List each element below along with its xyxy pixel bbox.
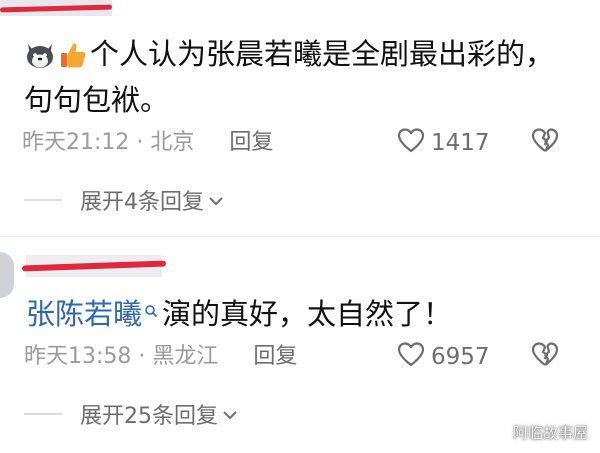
comment-text: 个人认为张晨若曦是全剧最出彩的， xyxy=(24,34,554,80)
chevron-down-icon xyxy=(208,188,224,213)
expand-replies-button[interactable]: 展开4条回复 xyxy=(24,184,224,216)
search-icon[interactable] xyxy=(144,288,158,328)
broken-heart-icon xyxy=(530,342,560,372)
thumbs-up-icon xyxy=(58,40,88,80)
comment-time: 昨天21:12 xyxy=(22,130,130,155)
watermark-logo-icon xyxy=(493,423,509,443)
comment-location: 北京 xyxy=(150,130,195,155)
comment-meta: 昨天13:58 · 黑龙江 回复 xyxy=(24,342,297,372)
like-button[interactable]: 1417 xyxy=(396,126,490,160)
avatar[interactable] xyxy=(0,252,14,298)
comment-text: 张陈若曦 演的真好，太自然了！ xyxy=(26,288,452,334)
expand-replies-button[interactable]: 展开25条回复 xyxy=(24,398,238,430)
watermark-text: 阿临故事屋 xyxy=(512,424,588,442)
reply-button[interactable]: 回复 xyxy=(229,130,273,155)
like-count: 1417 xyxy=(431,130,490,156)
divider-dash xyxy=(24,413,62,415)
expand-replies-label: 展开4条回复 xyxy=(80,190,204,215)
heart-icon xyxy=(396,340,426,374)
dog-emoji-icon xyxy=(24,40,56,80)
comment-text-body: 演的真好，太自然了！ xyxy=(162,297,453,331)
chevron-down-icon xyxy=(222,402,238,427)
reply-button[interactable]: 回复 xyxy=(253,344,297,369)
watermark: 阿临故事屋 xyxy=(493,422,588,443)
comment-text-line1: 个人认为张晨若曦是全剧最出彩的， xyxy=(90,37,555,71)
meta-separator: · xyxy=(138,344,146,369)
user-mention-link[interactable]: 张陈若曦 xyxy=(26,297,142,331)
meta-separator: · xyxy=(136,130,144,155)
comment-time: 昨天13:58 xyxy=(24,344,132,369)
comment-divider xyxy=(0,236,600,237)
like-button[interactable]: 6957 xyxy=(396,340,490,374)
comment-meta: 昨天21:12 · 北京 回复 xyxy=(22,128,273,158)
dislike-button[interactable] xyxy=(530,126,560,158)
redacted-username[interactable] xyxy=(26,255,162,277)
heart-icon xyxy=(396,126,426,160)
broken-heart-icon xyxy=(530,128,560,158)
redacted-username[interactable] xyxy=(0,0,112,16)
dislike-button[interactable] xyxy=(530,340,560,372)
like-count: 6957 xyxy=(431,344,490,370)
divider-dash xyxy=(24,199,62,201)
comment-location: 黑龙江 xyxy=(152,344,219,369)
expand-replies-label: 展开25条回复 xyxy=(80,404,218,429)
comment-text-line2: 句句包袱。 xyxy=(24,83,170,117)
